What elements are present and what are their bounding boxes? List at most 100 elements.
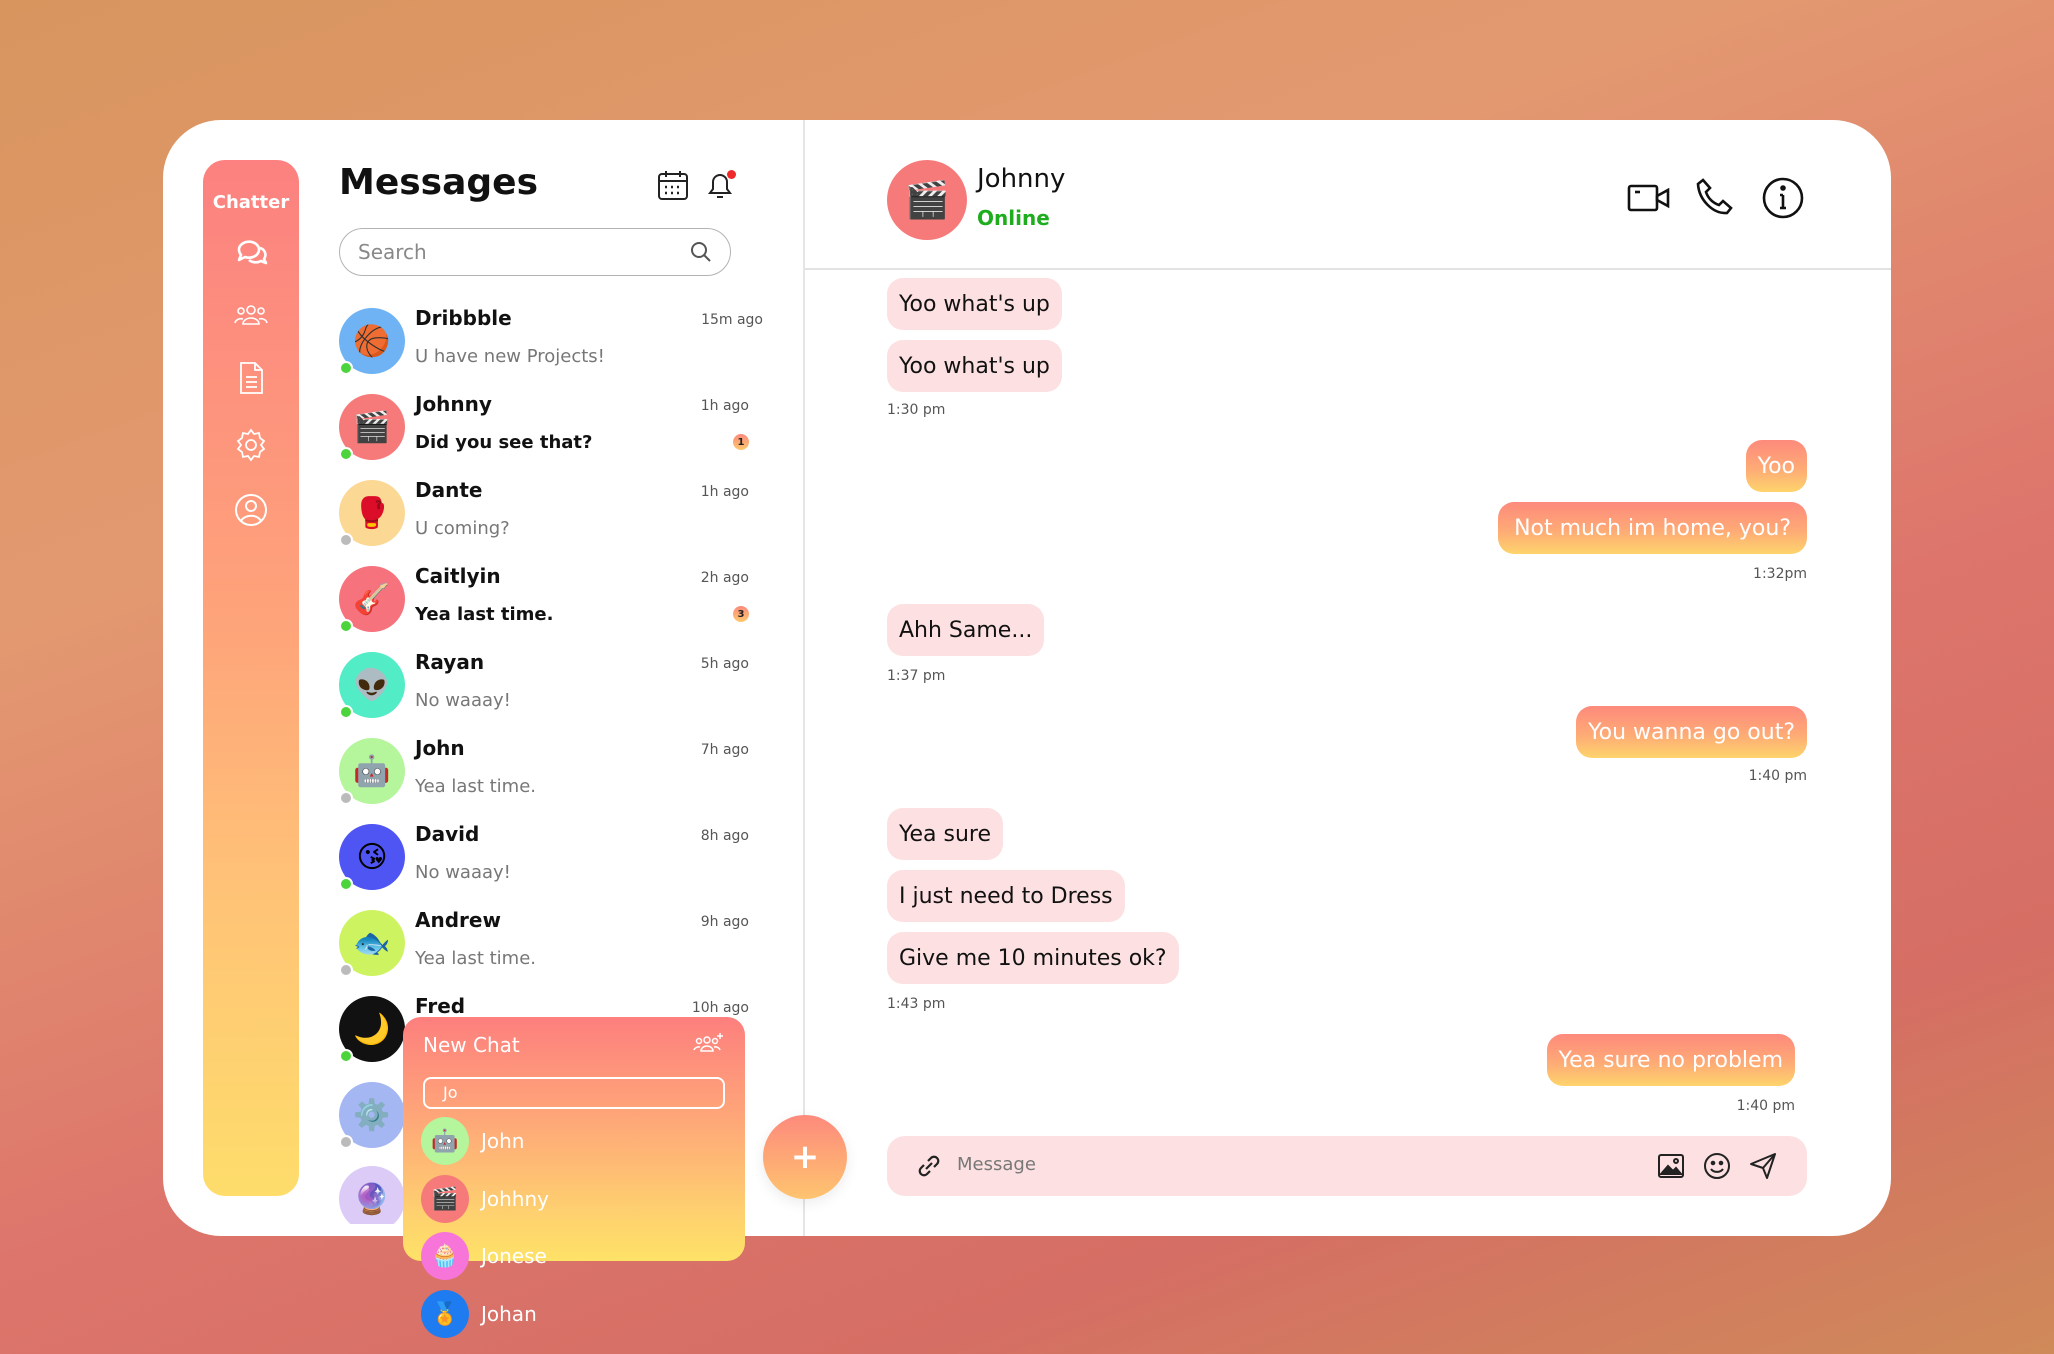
- profile-icon[interactable]: [231, 490, 271, 530]
- status-dot: [339, 1135, 353, 1149]
- result-name: Johhny: [481, 1187, 549, 1211]
- group-icon[interactable]: [231, 296, 271, 336]
- list-item[interactable]: 🐟 Andrew 9h ago Yea last time.: [339, 908, 749, 988]
- nav-rail: Chatter: [203, 160, 299, 1196]
- avatar: 🏅: [421, 1290, 469, 1338]
- chat-contact-name: Johnny: [977, 164, 1066, 194]
- list-item[interactable]: 🏀 Dribbble 15m ago U have new Projects!: [339, 306, 763, 386]
- notification-dot: [727, 170, 736, 179]
- contact-preview: No waaay!: [415, 862, 511, 883]
- emoji-icon[interactable]: [1701, 1150, 1733, 1182]
- unread-badge: 1: [733, 434, 749, 450]
- settings-icon[interactable]: [231, 425, 271, 465]
- chat-status: Online: [977, 206, 1050, 230]
- message-incoming: Give me 10 minutes ok?: [887, 932, 1179, 984]
- contact-name: Andrew: [415, 908, 501, 932]
- unread-badge: 3: [733, 606, 749, 622]
- avatar: 🧁: [421, 1232, 469, 1280]
- message-timestamp: 1:43 pm: [887, 996, 946, 1012]
- message-incoming: I just need to Dress: [887, 870, 1125, 922]
- contact-name: Dante: [415, 478, 483, 502]
- message-composer[interactable]: Message: [887, 1136, 1807, 1196]
- contact-time: 15m ago: [701, 312, 763, 328]
- contact-time: 7h ago: [700, 742, 749, 758]
- result-name: Jonese: [481, 1244, 547, 1268]
- message-input[interactable]: Message: [957, 1154, 1036, 1175]
- list-item[interactable]: 😘 David 8h ago No waaay!: [339, 822, 749, 902]
- avatar: 🎬: [421, 1175, 469, 1223]
- list-item[interactable]: 👽 Rayan 5h ago No waaay!: [339, 650, 749, 730]
- status-dot: [339, 447, 353, 461]
- contact-preview: No waaay!: [415, 690, 511, 711]
- add-group-icon[interactable]: [693, 1031, 725, 1057]
- contact-time: 9h ago: [700, 914, 749, 930]
- contact-name: Dribbble: [415, 306, 512, 330]
- document-icon[interactable]: [231, 358, 271, 398]
- contact-time: 1h ago: [700, 484, 749, 500]
- message-timestamp: 1:40 pm: [1736, 1098, 1795, 1114]
- phone-icon[interactable]: [1693, 176, 1737, 220]
- message-incoming: Yoo what's up: [887, 278, 1062, 330]
- contact-name: John: [415, 736, 465, 760]
- bell-icon[interactable]: [703, 168, 737, 202]
- search-icon[interactable]: [690, 241, 712, 263]
- result-name: Johan: [481, 1302, 537, 1326]
- image-icon[interactable]: [1655, 1150, 1687, 1182]
- new-chat-title: New Chat: [423, 1033, 520, 1057]
- contact-time: 2h ago: [700, 570, 749, 586]
- avatar: 🤖: [421, 1117, 469, 1165]
- list-item[interactable]: 🎸 Caitlyin 2h ago Yea last time. 3: [339, 564, 749, 644]
- status-dot: [339, 791, 353, 805]
- info-icon[interactable]: [1761, 176, 1805, 220]
- page-title: Messages: [339, 162, 539, 203]
- message-incoming: Ahh Same...: [887, 604, 1045, 656]
- search-input[interactable]: Search: [339, 228, 731, 276]
- message-timestamp: 1:32pm: [1753, 566, 1807, 582]
- search-placeholder: Search: [358, 240, 427, 264]
- status-dot: [339, 1049, 353, 1063]
- status-dot: [339, 963, 353, 977]
- new-chat-result[interactable]: 🏅 Johan: [421, 1290, 721, 1340]
- list-item[interactable]: 🎬 Johnny 1h ago Did you see that? 1: [339, 392, 749, 472]
- list-item[interactable]: 🤖 John 7h ago Yea last time.: [339, 736, 749, 816]
- contact-preview: Yea last time.: [415, 604, 554, 625]
- status-dot: [339, 877, 353, 891]
- chat-bubbles-icon[interactable]: [231, 232, 271, 272]
- new-chat-result[interactable]: 🎬 Johhny: [421, 1175, 721, 1225]
- contact-name: Johnny: [415, 392, 492, 416]
- new-chat-result[interactable]: 🧁 Jonese: [421, 1232, 721, 1282]
- new-chat-search-input[interactable]: Jo: [423, 1077, 725, 1109]
- message-timestamp: 1:40 pm: [1748, 768, 1807, 784]
- status-dot: [339, 619, 353, 633]
- new-chat-result[interactable]: 🤖 John: [421, 1117, 721, 1167]
- brand-logo: Chatter: [212, 192, 290, 213]
- send-icon[interactable]: [1747, 1150, 1779, 1182]
- message-outgoing: Yea sure no problem: [1546, 1034, 1795, 1086]
- status-dot: [339, 533, 353, 547]
- contact-name: Caitlyin: [415, 564, 501, 588]
- contact-preview: Yea last time.: [415, 948, 537, 969]
- list-item[interactable]: 🥊 Dante 1h ago U coming?: [339, 478, 749, 558]
- avatar: 🎬: [887, 160, 967, 240]
- contact-time: 5h ago: [700, 656, 749, 672]
- contact-time: 1h ago: [700, 398, 749, 414]
- video-call-icon[interactable]: [1627, 176, 1671, 220]
- result-name: John: [481, 1129, 525, 1153]
- contact-time: 8h ago: [700, 828, 749, 844]
- message-incoming: Yea sure: [887, 808, 1004, 860]
- contact-name: Fred: [415, 994, 466, 1018]
- message-outgoing: You wanna go out?: [1576, 706, 1807, 758]
- status-dot: [339, 361, 353, 375]
- calendar-icon[interactable]: [656, 168, 690, 202]
- message-timestamp: 1:37 pm: [887, 668, 946, 684]
- contact-preview: U coming?: [415, 518, 510, 539]
- status-dot: [339, 705, 353, 719]
- attach-link-icon[interactable]: [913, 1150, 945, 1182]
- new-chat-button[interactable]: +: [763, 1115, 847, 1199]
- message-outgoing: Not much im home, you?: [1498, 502, 1807, 554]
- message-timestamp: 1:30 pm: [887, 402, 946, 418]
- contact-name: Rayan: [415, 650, 485, 674]
- message-incoming: Yoo what's up: [887, 340, 1062, 392]
- panel-divider: [803, 120, 805, 1236]
- avatar: 🔮: [339, 1166, 405, 1224]
